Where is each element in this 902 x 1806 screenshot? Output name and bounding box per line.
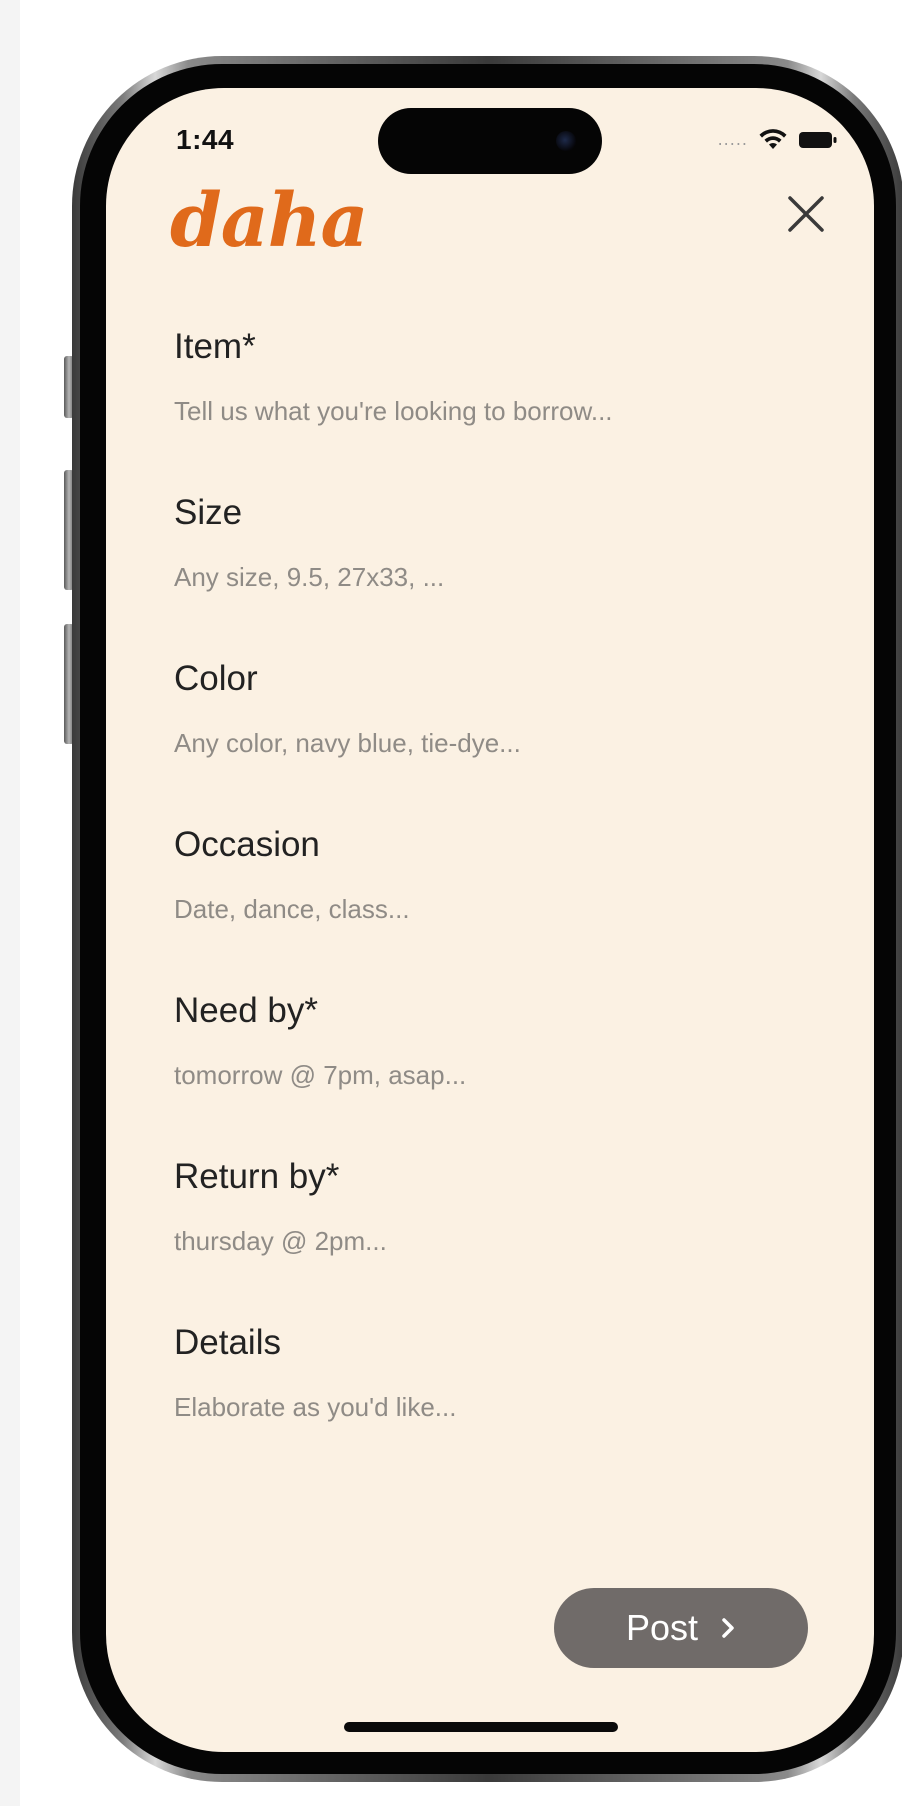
field-label-color: Color [174,659,258,698]
field-label-size: Size [174,493,243,532]
form-field-color: Color [174,658,794,759]
item-input[interactable] [174,396,774,427]
brand-logo: daha [170,178,368,264]
form-field-need-by: Need by* [174,990,794,1091]
page-edge [0,0,20,1806]
field-label-need-by: Need by* [174,991,318,1030]
status-indicators: ..... [718,128,838,152]
field-label-details: Details [174,1323,281,1362]
chevron-right-icon [720,1616,736,1640]
details-input[interactable] [174,1392,774,1423]
return-by-input[interactable] [174,1226,774,1257]
color-input[interactable] [174,728,774,759]
form-field-size: Size [174,492,794,593]
battery-icon [798,130,838,150]
size-input[interactable] [174,562,774,593]
signal-icon: ..... [717,130,748,149]
field-label-occasion: Occasion [174,825,320,864]
status-time: 1:44 [176,124,235,155]
dynamic-island [378,108,602,174]
home-indicator[interactable] [344,1722,618,1732]
field-label-return-by: Return by* [174,1157,340,1196]
form-field-return-by: Return by* [174,1156,794,1257]
app-screen: 1:44 ..... daha Item* S [106,88,874,1752]
form-field-item: Item* [174,326,794,427]
close-icon[interactable] [782,190,830,238]
post-button-label: Post [625,1607,699,1648]
form-field-occasion: Occasion [174,824,794,925]
need-by-input[interactable] [174,1060,774,1091]
post-button[interactable]: Post [554,1588,808,1668]
occasion-input[interactable] [174,894,774,925]
field-label-item: Item* [174,327,256,366]
camera-icon [556,131,576,151]
wifi-icon [758,129,788,151]
form-field-details: Details [174,1322,794,1423]
